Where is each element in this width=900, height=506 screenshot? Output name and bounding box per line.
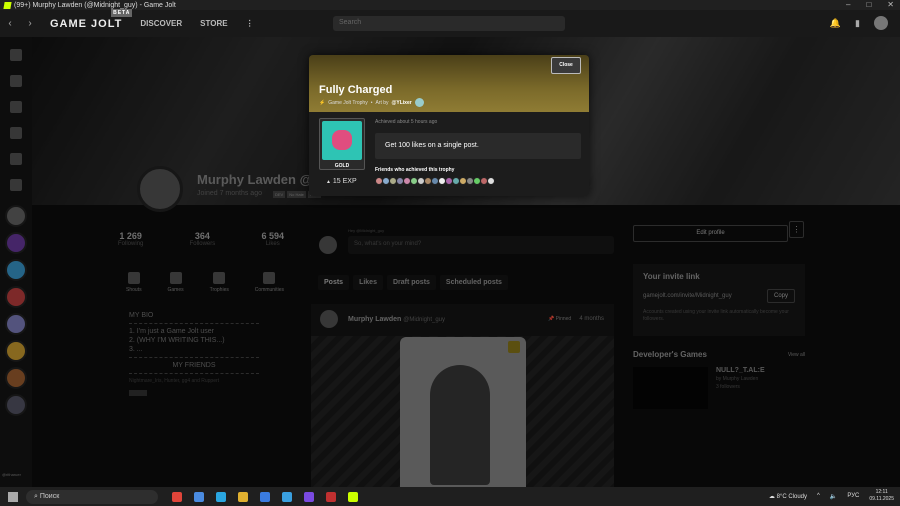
trophy-tier: GOLD (334, 163, 350, 169)
trophy-kind-icon: ⚡ (319, 99, 326, 106)
nav-store[interactable]: STORE (200, 19, 227, 28)
nav-discover[interactable]: DISCOVER (140, 19, 182, 28)
trophy-exp: ▲ 15 EXP (326, 178, 357, 185)
beta-badge: BETA (111, 8, 133, 17)
app-icon[interactable] (216, 491, 226, 502)
trophy-description: Get 100 likes on a single post. (375, 133, 581, 159)
friends-achieved-header: Friends who achieved this trophy (375, 167, 455, 173)
minimize-button[interactable]: – (846, 0, 850, 9)
trophy-thumbnail: GOLD (319, 118, 365, 170)
gamejolt-taskbar-icon[interactable] (348, 491, 358, 502)
bell-icon[interactable]: 🔔 (830, 18, 841, 29)
clock-time: 12:11 (875, 489, 888, 495)
trophy-meta: ⚡ Game Jolt Trophy • Art by @YLixer (319, 98, 424, 107)
user-avatar[interactable] (874, 16, 888, 30)
exp-icon: ▲ (326, 179, 331, 185)
artist-link[interactable]: @YLixer (392, 100, 412, 106)
back-arrow-icon[interactable]: ‹ (0, 18, 20, 29)
app-icon[interactable] (194, 491, 204, 502)
window-titlebar: (99+) Murphy Lawden (@Midnight_guy) - Ga… (0, 0, 900, 10)
taskbar-search[interactable]: ⌕ Поиск (26, 489, 158, 504)
language[interactable]: РУС (847, 493, 859, 499)
tray-chevron-icon[interactable]: ^ (817, 493, 820, 499)
trophy-image (322, 121, 362, 160)
taskbar-search-text: Поиск (39, 492, 60, 500)
meta-separator: • (370, 99, 373, 106)
app-icon[interactable] (282, 491, 292, 502)
gamejolt-logo-icon (3, 1, 12, 9)
maximize-button[interactable]: □ (866, 0, 871, 9)
search-input[interactable]: Search (333, 16, 565, 31)
windows-start-icon[interactable] (8, 491, 18, 502)
folder-icon[interactable] (238, 491, 248, 502)
clock-date: 09.11.2025 (869, 496, 894, 502)
friends-avatars (375, 177, 495, 185)
app-icon[interactable] (326, 491, 336, 502)
brand-logo[interactable]: GAME JOLT BETA (50, 8, 133, 30)
window-title: (99+) Murphy Lawden (@Midnight_guy) - Ga… (14, 1, 176, 9)
art-by-label: Art by (375, 99, 389, 106)
forward-arrow-icon[interactable]: › (20, 18, 40, 29)
window-controls: – □ ✕ (846, 0, 894, 9)
achieved-time: Achieved about 5 hours ago (375, 119, 438, 125)
clock[interactable]: 12:11 09.11.2025 (869, 489, 894, 503)
app-icon[interactable] (304, 491, 314, 502)
store-icon[interactable] (260, 491, 270, 502)
exp-text: 15 EXP (332, 178, 357, 185)
close-button[interactable]: Close (551, 57, 581, 74)
nav-more-icon[interactable]: ⋮ (246, 19, 254, 28)
artist-avatar[interactable] (414, 98, 424, 107)
speaker-icon[interactable]: 🔈 (830, 493, 837, 500)
close-window-button[interactable]: ✕ (887, 0, 894, 9)
pin-icon[interactable]: ▮ (855, 18, 860, 29)
weather-text: 8°C Cloudy (776, 493, 808, 500)
trophy-modal: Close Fully Charged ⚡ Game Jolt Trophy •… (309, 55, 589, 196)
trophy-kind: Game Jolt Trophy (328, 99, 368, 106)
brand-text: GAME JOLT (50, 17, 123, 30)
trophy-title: Fully Charged (319, 84, 393, 96)
os-taskbar: ⌕ Поиск ☁ 8°C Cloudy ^ 🔈 РУС 12:11 09.11.… (0, 487, 900, 506)
system-tray: ☁ 8°C Cloudy ^ 🔈 РУС 12:11 09.11.2025 (769, 489, 894, 503)
app-icon[interactable] (172, 491, 182, 502)
weather-widget[interactable]: ☁ 8°C Cloudy (769, 493, 807, 500)
friend-avatar[interactable] (487, 177, 495, 185)
taskbar-apps (172, 491, 358, 502)
top-nav: ‹ › GAME JOLT BETA DISCOVER STORE ⋮ Searc… (0, 8, 900, 37)
